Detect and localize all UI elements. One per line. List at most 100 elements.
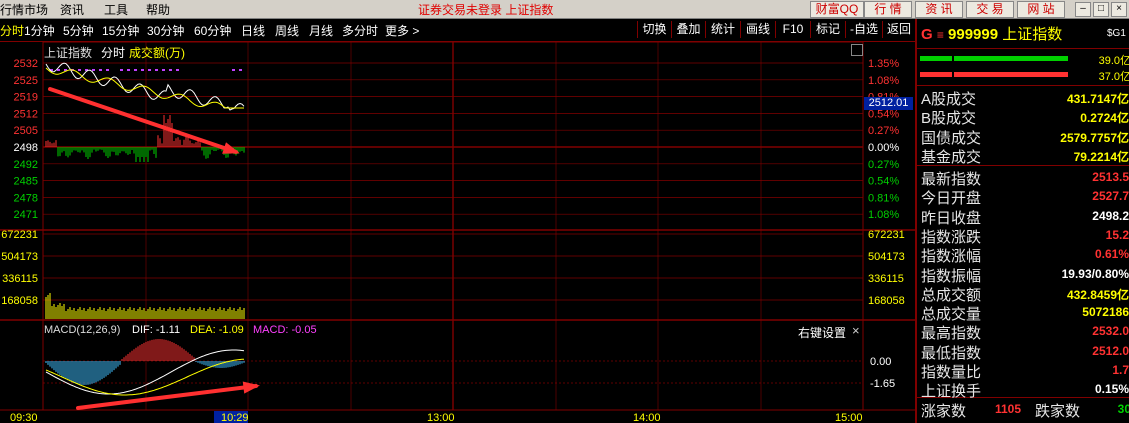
avg-marker: [78, 69, 81, 71]
price-tick-label: 2525: [14, 75, 38, 87]
quote-row-label: 上证换手: [921, 383, 982, 401]
price-tick-label: 2471: [14, 209, 38, 221]
quote-row-label: 最新指数: [921, 171, 982, 188]
period-daily[interactable]: 日线: [241, 22, 265, 39]
period-multi-intraday[interactable]: 多分时: [342, 22, 378, 39]
trade-button[interactable]: 交 易: [966, 1, 1014, 18]
avg-marker: [239, 69, 242, 71]
period-1min[interactable]: 1分钟: [24, 22, 55, 39]
advance-decline: 涨家数 1105 跌家数 30: [921, 400, 1129, 420]
intraday-chart[interactable]: 2532 1.35% 2525 1.08% 2519 0.81% 2512 0.54% 2505…: [0, 42, 915, 423]
annotation-arrow: [76, 384, 258, 410]
avg-marker: [148, 69, 151, 71]
avg-marker: [106, 69, 109, 71]
menu-help[interactable]: 帮助: [146, 1, 170, 18]
macd-bars: [45, 339, 245, 385]
volume-tick-label: 336115: [868, 273, 904, 285]
volume-tick-label: 672231: [1, 229, 38, 241]
down-volume-value: 37.0亿: [1098, 71, 1129, 83]
quote-row: 上证换手 0.15%: [919, 380, 1129, 401]
period-monthly[interactable]: 月线: [309, 22, 333, 39]
quote-row-label: 今日开盘: [921, 190, 982, 208]
draw-line-button[interactable]: 画线: [740, 21, 775, 38]
arrow-head: [222, 142, 240, 154]
average-line: [45, 67, 244, 109]
avg-marker: [169, 69, 172, 71]
mark-button[interactable]: 标记: [810, 21, 845, 38]
quote-row: 指数涨幅 0.61%: [919, 245, 1129, 265]
menu-icon[interactable]: ≡: [937, 28, 944, 42]
volume-tick-label: 504173: [1, 251, 38, 263]
minimize-icon[interactable]: –: [1075, 2, 1091, 17]
quote-row-value: 2512.0: [1092, 343, 1129, 358]
back-button[interactable]: 返回: [882, 21, 915, 38]
price-tick-label: 2532: [14, 58, 38, 70]
quote-row: 总成交量 5072186: [919, 303, 1129, 323]
chart-mode: 分时: [101, 46, 126, 60]
quote-row: B股成交 0.2724亿: [919, 107, 1129, 127]
symbol-code: 999999: [948, 26, 999, 43]
price-tick-label: 2519: [14, 92, 38, 104]
quote-row-label: A股成交: [921, 91, 977, 108]
symbol-prefix: G: [921, 26, 933, 43]
overlay-button[interactable]: 叠加: [671, 21, 705, 38]
symbol-badge: $G1: [1107, 28, 1126, 39]
quote-row: 基金成交 79.2214亿: [919, 146, 1129, 166]
quote-row-label: 最高指数: [921, 325, 982, 343]
period-weekly[interactable]: 周线: [275, 22, 299, 39]
quote-panel: G ≡ 999999 上证指数 $G1 39.0亿 37.0亿 涨家数 1105…: [915, 19, 1129, 423]
advance-count: 1105: [995, 402, 1022, 416]
symbol-name: 上证指数: [1002, 26, 1063, 43]
quote-row: 总成交额 432.8459亿: [919, 284, 1129, 304]
quote-row: 指数涨跌 15.2: [919, 226, 1129, 246]
menu-news[interactable]: 资讯: [60, 1, 84, 18]
quote-row-label: 昨日收盘: [921, 209, 982, 227]
chart-maximize-icon[interactable]: [851, 44, 863, 56]
annotation-arrows: [48, 87, 260, 410]
watchlist-button[interactable]: -自选: [845, 21, 882, 38]
f10-button[interactable]: F10: [775, 21, 810, 38]
period-intraday[interactable]: 分时: [0, 22, 24, 39]
period-60min[interactable]: 60分钟: [194, 22, 231, 39]
maximize-icon[interactable]: □: [1093, 2, 1109, 17]
quote-row-value: 2513.5: [1092, 170, 1129, 184]
quote-row-value: 2498.2: [1092, 208, 1129, 223]
quote-row: 最新指数 2513.5: [919, 168, 1129, 188]
menu-bar: 行情市场 资讯 工具 帮助 证券交易未登录 上证指数 财富QQ 行 情 资 讯 …: [0, 0, 1129, 19]
website-button[interactable]: 网 站: [1017, 1, 1065, 18]
switch-button[interactable]: 切换: [637, 21, 671, 38]
chart-grid: [0, 42, 915, 411]
time-tick-label: 15:00: [835, 412, 863, 423]
macd-tick-label: 0.00: [870, 356, 891, 368]
quote-row: A股成交 431.7147亿: [919, 88, 1129, 108]
volume-tick-label: 336115: [2, 273, 38, 285]
menu-tools[interactable]: 工具: [104, 1, 128, 18]
macd-close-icon[interactable]: ×: [852, 323, 860, 338]
quote-row-value: 0.15%: [1094, 382, 1129, 397]
macd-value: MACD: -0.05: [253, 324, 317, 336]
volume-tick-label: 672231: [868, 229, 905, 241]
news-button[interactable]: 资 讯: [915, 1, 963, 18]
period-30min[interactable]: 30分钟: [147, 22, 184, 39]
volume-bars: [45, 293, 245, 319]
quotes-button[interactable]: 行 情: [864, 1, 912, 18]
avg-marker: [176, 69, 179, 71]
quote-row-value: 79.2214亿: [1073, 149, 1129, 164]
time-tick-label: 10:29: [221, 412, 249, 423]
pct-tick-label: 0.54%: [868, 176, 899, 188]
avg-marker: [120, 69, 123, 71]
wealth-qq-button[interactable]: 财富QQ: [810, 1, 864, 18]
time-tick-label: 09:30: [10, 412, 38, 423]
close-icon[interactable]: ×: [1111, 2, 1127, 17]
pct-tick-label: 1.08%: [868, 75, 899, 87]
period-5min[interactable]: 5分钟: [63, 22, 94, 39]
quote-row-label: 指数振幅: [921, 267, 982, 285]
menu-market[interactable]: 行情市场: [0, 1, 48, 18]
period-15min[interactable]: 15分钟: [102, 22, 139, 39]
pct-tick-label: 0.54%: [868, 108, 899, 120]
quote-row-label: 最低指数: [921, 344, 982, 362]
macd-settings[interactable]: 右键设置: [798, 324, 846, 341]
statistics-button[interactable]: 统计: [705, 21, 740, 38]
period-more[interactable]: 更多 >: [385, 22, 419, 39]
up-volume-bar-b: [954, 56, 1068, 61]
